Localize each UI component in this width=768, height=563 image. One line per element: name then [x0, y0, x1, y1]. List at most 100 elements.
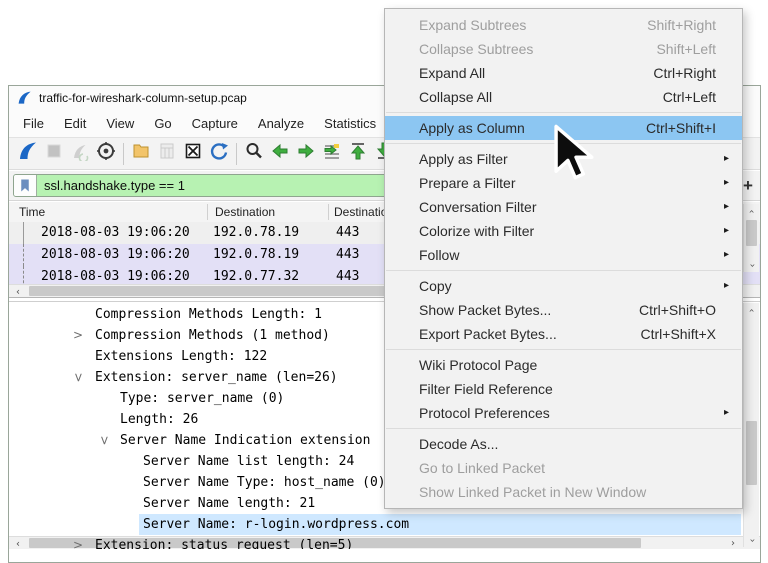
- detail-field-text: Server Name Indication extension: [120, 430, 370, 451]
- detail-field-text: Extension: server_name (len=26): [95, 367, 338, 388]
- packet-list-vscrollbar[interactable]: › ›: [743, 204, 759, 272]
- vscroll-thumb[interactable]: [746, 421, 757, 485]
- detail-field-text: Server Name: r-login.wordpress.com: [143, 514, 409, 535]
- cell-destination: 192.0.78.19: [213, 222, 299, 244]
- menu-item-label: Export Packet Bytes...: [419, 326, 557, 342]
- menu-item-prepare-a-filter[interactable]: Prepare a Filter▸: [385, 171, 742, 195]
- screen: traffic-for-wireshark-column-setup.pcap …: [0, 0, 768, 563]
- toolbar-go-back-button[interactable]: [267, 141, 293, 167]
- submenu-arrow-icon: ▸: [724, 280, 729, 291]
- submenu-arrow-icon: ▸: [724, 201, 729, 212]
- filter-bookmark-button[interactable]: [14, 175, 37, 196]
- menubar-item-statistics[interactable]: Statistics: [314, 113, 386, 134]
- menubar-item-analyze[interactable]: Analyze: [248, 113, 314, 134]
- scroll-down-icon[interactable]: ›: [744, 258, 759, 272]
- toolbar-wireshark-fin-button[interactable]: [15, 141, 41, 167]
- menu-item-label: Wiki Protocol Page: [419, 357, 537, 373]
- submenu-arrow-icon: ▸: [724, 177, 729, 188]
- menu-item-label: Apply as Column: [419, 120, 525, 136]
- menu-item-label: Copy: [419, 278, 452, 294]
- toolbar-separator: [236, 143, 237, 165]
- menu-item-label: Collapse All: [419, 89, 492, 105]
- menu-item-copy[interactable]: Copy ▸: [385, 274, 742, 298]
- menu-item-apply-as-column[interactable]: Apply as ColumnCtrl+Shift+I: [385, 116, 742, 140]
- menu-item-protocol-preferences[interactable]: Protocol Preferences▸: [385, 401, 742, 425]
- column-header-destination[interactable]: Destination: [215, 205, 275, 219]
- go-to-packet-icon: [322, 141, 342, 166]
- detail-field-text: Compression Methods Length: 1: [95, 304, 322, 325]
- menubar-item-go[interactable]: Go: [144, 113, 181, 134]
- tree-expander-icon[interactable]: >: [99, 430, 109, 451]
- cell-destination-port: 443: [336, 222, 359, 244]
- filter-expression-text: ssl.handshake.type == 1: [44, 178, 185, 193]
- menu-item-label: Apply as Filter: [419, 151, 508, 167]
- open-file-icon: [131, 141, 151, 166]
- submenu-arrow-icon: ▸: [724, 153, 729, 164]
- menu-item-collapse-all[interactable]: Collapse All Ctrl+Left: [385, 85, 742, 109]
- toolbar-go-first-button[interactable]: [345, 141, 371, 167]
- go-forward-icon: [296, 141, 316, 166]
- vscroll-thumb[interactable]: [746, 220, 757, 246]
- cell-time: 2018-08-03 19:06:20: [41, 244, 190, 266]
- menu-item-decode-as[interactable]: Decode As...: [385, 432, 742, 456]
- toolbar-close-file-button[interactable]: [180, 141, 206, 167]
- column-header-time[interactable]: Time: [19, 205, 45, 219]
- menubar-item-capture[interactable]: Capture: [182, 113, 248, 134]
- reload-icon: [209, 141, 229, 166]
- menu-item-conversation-filter[interactable]: Conversation Filter▸: [385, 195, 742, 219]
- toolbar-go-forward-button[interactable]: [293, 141, 319, 167]
- column-divider[interactable]: [207, 204, 208, 220]
- menu-item-shortcut: Ctrl+Left: [663, 89, 716, 105]
- wireshark-fin-icon: [18, 141, 38, 166]
- cell-destination-port: 443: [336, 244, 359, 266]
- menu-item-shortcut: Shift+Right: [647, 17, 716, 33]
- menubar-item-edit[interactable]: Edit: [54, 113, 96, 134]
- menu-item-label: Decode As...: [419, 436, 498, 452]
- detail-field-text: Server Name list length: 24: [143, 451, 354, 472]
- detail-field-text: Length: 26: [120, 409, 198, 430]
- menu-item-shortcut: Ctrl+Right: [653, 65, 716, 81]
- menu-item-show-packet-bytes[interactable]: Show Packet Bytes...Ctrl+Shift+O: [385, 298, 742, 322]
- menu-separator: [386, 112, 741, 113]
- toolbar-find-packet-button[interactable]: [241, 141, 267, 167]
- menu-item-follow[interactable]: Follow▸: [385, 243, 742, 267]
- scroll-right-icon[interactable]: ›: [726, 537, 740, 549]
- toolbar-open-file-button[interactable]: [128, 141, 154, 167]
- menu-item-wiki-protocol-page[interactable]: Wiki Protocol Page: [385, 353, 742, 377]
- toolbar-reload-button[interactable]: [206, 141, 232, 167]
- scroll-up-icon[interactable]: ›: [744, 303, 759, 317]
- menu-item-apply-as-filter[interactable]: Apply as Filter ▸: [385, 147, 742, 171]
- menu-item-shortcut: Ctrl+Shift+O: [639, 302, 716, 318]
- column-divider[interactable]: [328, 204, 329, 220]
- tree-expander-icon[interactable]: >: [73, 325, 83, 346]
- menu-item-label: Expand Subtrees: [419, 17, 526, 33]
- menu-item-colorize-with-filter[interactable]: Colorize with Filter▸: [385, 219, 742, 243]
- menubar-item-file[interactable]: File: [13, 113, 54, 134]
- window-title: traffic-for-wireshark-column-setup.pcap: [39, 91, 247, 105]
- bookmark-icon: [19, 178, 31, 193]
- scroll-down-icon[interactable]: ›: [744, 533, 759, 547]
- menu-item-label: Show Linked Packet in New Window: [419, 484, 646, 500]
- detail-tree-item[interactable]: Server Name: r-login.wordpress.com: [9, 514, 760, 535]
- menu-item-label: Go to Linked Packet: [419, 460, 545, 476]
- detail-vscrollbar[interactable]: › ›: [743, 303, 759, 547]
- scroll-up-icon[interactable]: ›: [744, 204, 759, 218]
- menu-item-filter-field-reference[interactable]: Filter Field Reference: [385, 377, 742, 401]
- menu-item-expand-subtrees: Expand Subtrees Shift+Right: [385, 13, 742, 37]
- menu-item-label: Protocol Preferences: [419, 405, 550, 421]
- toolbar-capture-options-button[interactable]: [93, 141, 119, 167]
- menu-item-export-packet-bytes[interactable]: Export Packet Bytes...Ctrl+Shift+X: [385, 322, 742, 346]
- context-menu: Expand SubtreesShift+RightCollapse Subtr…: [384, 8, 743, 509]
- toolbar-restart-capture-button: [67, 141, 93, 167]
- scroll-left-icon[interactable]: ›: [11, 537, 25, 549]
- menubar-item-view[interactable]: View: [96, 113, 144, 134]
- stop-capture-icon: [44, 141, 64, 166]
- go-first-icon: [348, 141, 368, 166]
- menu-item-expand-all[interactable]: Expand AllCtrl+Right: [385, 61, 742, 85]
- menu-item-shortcut: Shift+Left: [656, 41, 716, 57]
- toolbar-go-to-packet-button[interactable]: [319, 141, 345, 167]
- tree-expander-icon[interactable]: >: [73, 535, 83, 549]
- tree-expander-icon[interactable]: >: [73, 367, 83, 388]
- menu-item-show-linked-packet-in-new-window: Show Linked Packet in New Window: [385, 480, 742, 504]
- scroll-left-icon[interactable]: ›: [11, 285, 25, 297]
